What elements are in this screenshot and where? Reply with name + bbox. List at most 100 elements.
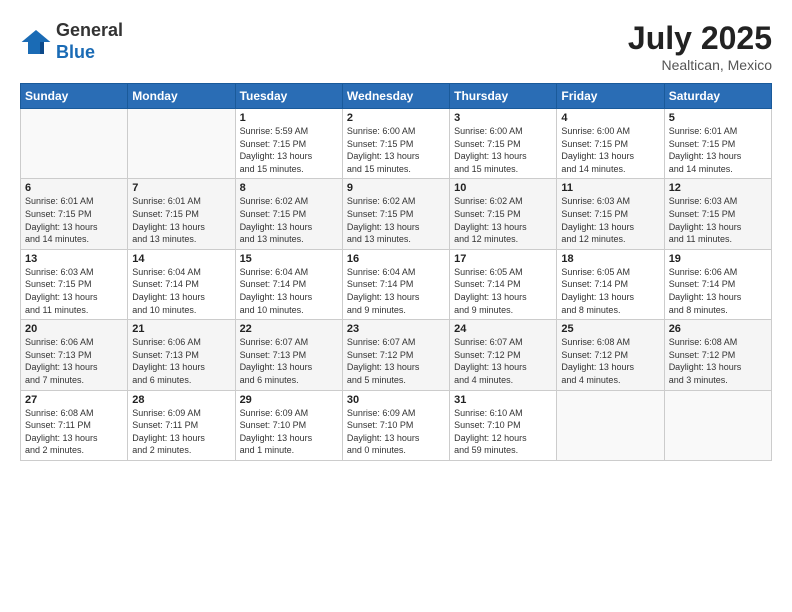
day-detail: Sunrise: 6:02 AM Sunset: 7:15 PM Dayligh… [240, 195, 338, 245]
location: Nealtican, Mexico [628, 57, 772, 73]
day-detail: Sunrise: 6:02 AM Sunset: 7:15 PM Dayligh… [454, 195, 552, 245]
day-detail: Sunrise: 6:08 AM Sunset: 7:12 PM Dayligh… [561, 336, 659, 386]
day-detail: Sunrise: 6:00 AM Sunset: 7:15 PM Dayligh… [454, 125, 552, 175]
day-detail: Sunrise: 6:04 AM Sunset: 7:14 PM Dayligh… [240, 266, 338, 316]
day-detail: Sunrise: 6:07 AM Sunset: 7:12 PM Dayligh… [454, 336, 552, 386]
day-detail: Sunrise: 6:03 AM Sunset: 7:15 PM Dayligh… [561, 195, 659, 245]
weekday-header-sunday: Sunday [21, 84, 128, 109]
day-detail: Sunrise: 6:06 AM Sunset: 7:14 PM Dayligh… [669, 266, 767, 316]
day-number: 26 [669, 323, 767, 335]
day-detail: Sunrise: 6:01 AM Sunset: 7:15 PM Dayligh… [669, 125, 767, 175]
day-cell [128, 109, 235, 179]
day-cell: 19Sunrise: 6:06 AM Sunset: 7:14 PM Dayli… [664, 249, 771, 319]
weekday-header-tuesday: Tuesday [235, 84, 342, 109]
day-number: 14 [132, 253, 230, 265]
day-number: 30 [347, 394, 445, 406]
day-cell: 8Sunrise: 6:02 AM Sunset: 7:15 PM Daylig… [235, 179, 342, 249]
day-cell: 23Sunrise: 6:07 AM Sunset: 7:12 PM Dayli… [342, 320, 449, 390]
day-detail: Sunrise: 6:09 AM Sunset: 7:10 PM Dayligh… [347, 407, 445, 457]
day-detail: Sunrise: 6:00 AM Sunset: 7:15 PM Dayligh… [561, 125, 659, 175]
day-number: 24 [454, 323, 552, 335]
day-detail: Sunrise: 6:04 AM Sunset: 7:14 PM Dayligh… [132, 266, 230, 316]
day-detail: Sunrise: 6:03 AM Sunset: 7:15 PM Dayligh… [25, 266, 123, 316]
weekday-header-wednesday: Wednesday [342, 84, 449, 109]
day-number: 15 [240, 253, 338, 265]
week-row-5: 27Sunrise: 6:08 AM Sunset: 7:11 PM Dayli… [21, 390, 772, 460]
day-cell: 2Sunrise: 6:00 AM Sunset: 7:15 PM Daylig… [342, 109, 449, 179]
day-number: 28 [132, 394, 230, 406]
day-number: 23 [347, 323, 445, 335]
day-cell: 18Sunrise: 6:05 AM Sunset: 7:14 PM Dayli… [557, 249, 664, 319]
month-year: July 2025 [628, 20, 772, 57]
day-number: 10 [454, 182, 552, 194]
day-number: 12 [669, 182, 767, 194]
day-detail: Sunrise: 6:00 AM Sunset: 7:15 PM Dayligh… [347, 125, 445, 175]
logo-icon [20, 26, 52, 58]
day-detail: Sunrise: 6:08 AM Sunset: 7:11 PM Dayligh… [25, 407, 123, 457]
day-cell: 22Sunrise: 6:07 AM Sunset: 7:13 PM Dayli… [235, 320, 342, 390]
day-cell: 7Sunrise: 6:01 AM Sunset: 7:15 PM Daylig… [128, 179, 235, 249]
day-detail: Sunrise: 6:10 AM Sunset: 7:10 PM Dayligh… [454, 407, 552, 457]
day-number: 31 [454, 394, 552, 406]
day-number: 9 [347, 182, 445, 194]
day-detail: Sunrise: 6:01 AM Sunset: 7:15 PM Dayligh… [25, 195, 123, 245]
weekday-header-saturday: Saturday [664, 84, 771, 109]
weekday-header-thursday: Thursday [450, 84, 557, 109]
day-number: 11 [561, 182, 659, 194]
day-detail: Sunrise: 6:02 AM Sunset: 7:15 PM Dayligh… [347, 195, 445, 245]
day-detail: Sunrise: 6:05 AM Sunset: 7:14 PM Dayligh… [561, 266, 659, 316]
day-cell: 28Sunrise: 6:09 AM Sunset: 7:11 PM Dayli… [128, 390, 235, 460]
week-row-2: 6Sunrise: 6:01 AM Sunset: 7:15 PM Daylig… [21, 179, 772, 249]
day-detail: Sunrise: 6:08 AM Sunset: 7:12 PM Dayligh… [669, 336, 767, 386]
day-cell: 20Sunrise: 6:06 AM Sunset: 7:13 PM Dayli… [21, 320, 128, 390]
day-cell: 29Sunrise: 6:09 AM Sunset: 7:10 PM Dayli… [235, 390, 342, 460]
day-detail: Sunrise: 6:07 AM Sunset: 7:13 PM Dayligh… [240, 336, 338, 386]
day-cell [21, 109, 128, 179]
week-row-3: 13Sunrise: 6:03 AM Sunset: 7:15 PM Dayli… [21, 249, 772, 319]
day-cell: 15Sunrise: 6:04 AM Sunset: 7:14 PM Dayli… [235, 249, 342, 319]
day-number: 3 [454, 112, 552, 124]
day-cell: 6Sunrise: 6:01 AM Sunset: 7:15 PM Daylig… [21, 179, 128, 249]
logo-blue: Blue [56, 42, 95, 62]
day-cell: 21Sunrise: 6:06 AM Sunset: 7:13 PM Dayli… [128, 320, 235, 390]
day-detail: Sunrise: 6:09 AM Sunset: 7:11 PM Dayligh… [132, 407, 230, 457]
day-number: 8 [240, 182, 338, 194]
day-number: 29 [240, 394, 338, 406]
logo: General Blue [20, 20, 123, 63]
week-row-1: 1Sunrise: 5:59 AM Sunset: 7:15 PM Daylig… [21, 109, 772, 179]
day-number: 18 [561, 253, 659, 265]
day-cell: 13Sunrise: 6:03 AM Sunset: 7:15 PM Dayli… [21, 249, 128, 319]
day-cell: 16Sunrise: 6:04 AM Sunset: 7:14 PM Dayli… [342, 249, 449, 319]
day-cell: 27Sunrise: 6:08 AM Sunset: 7:11 PM Dayli… [21, 390, 128, 460]
logo-general: General [56, 20, 123, 40]
day-cell: 3Sunrise: 6:00 AM Sunset: 7:15 PM Daylig… [450, 109, 557, 179]
day-number: 6 [25, 182, 123, 194]
day-cell [557, 390, 664, 460]
day-cell: 17Sunrise: 6:05 AM Sunset: 7:14 PM Dayli… [450, 249, 557, 319]
calendar: SundayMondayTuesdayWednesdayThursdayFrid… [20, 83, 772, 461]
day-detail: Sunrise: 6:07 AM Sunset: 7:12 PM Dayligh… [347, 336, 445, 386]
day-cell: 14Sunrise: 6:04 AM Sunset: 7:14 PM Dayli… [128, 249, 235, 319]
day-number: 22 [240, 323, 338, 335]
weekday-header-row: SundayMondayTuesdayWednesdayThursdayFrid… [21, 84, 772, 109]
day-detail: Sunrise: 6:05 AM Sunset: 7:14 PM Dayligh… [454, 266, 552, 316]
day-detail: Sunrise: 6:06 AM Sunset: 7:13 PM Dayligh… [25, 336, 123, 386]
day-detail: Sunrise: 6:09 AM Sunset: 7:10 PM Dayligh… [240, 407, 338, 457]
day-cell: 1Sunrise: 5:59 AM Sunset: 7:15 PM Daylig… [235, 109, 342, 179]
day-cell: 9Sunrise: 6:02 AM Sunset: 7:15 PM Daylig… [342, 179, 449, 249]
day-number: 7 [132, 182, 230, 194]
day-number: 19 [669, 253, 767, 265]
day-number: 13 [25, 253, 123, 265]
day-number: 17 [454, 253, 552, 265]
header: General Blue July 2025 Nealtican, Mexico [20, 20, 772, 73]
day-detail: Sunrise: 6:03 AM Sunset: 7:15 PM Dayligh… [669, 195, 767, 245]
day-cell [664, 390, 771, 460]
day-cell: 11Sunrise: 6:03 AM Sunset: 7:15 PM Dayli… [557, 179, 664, 249]
week-row-4: 20Sunrise: 6:06 AM Sunset: 7:13 PM Dayli… [21, 320, 772, 390]
day-number: 5 [669, 112, 767, 124]
day-cell: 4Sunrise: 6:00 AM Sunset: 7:15 PM Daylig… [557, 109, 664, 179]
day-cell: 12Sunrise: 6:03 AM Sunset: 7:15 PM Dayli… [664, 179, 771, 249]
day-detail: Sunrise: 6:06 AM Sunset: 7:13 PM Dayligh… [132, 336, 230, 386]
day-cell: 26Sunrise: 6:08 AM Sunset: 7:12 PM Dayli… [664, 320, 771, 390]
day-detail: Sunrise: 5:59 AM Sunset: 7:15 PM Dayligh… [240, 125, 338, 175]
